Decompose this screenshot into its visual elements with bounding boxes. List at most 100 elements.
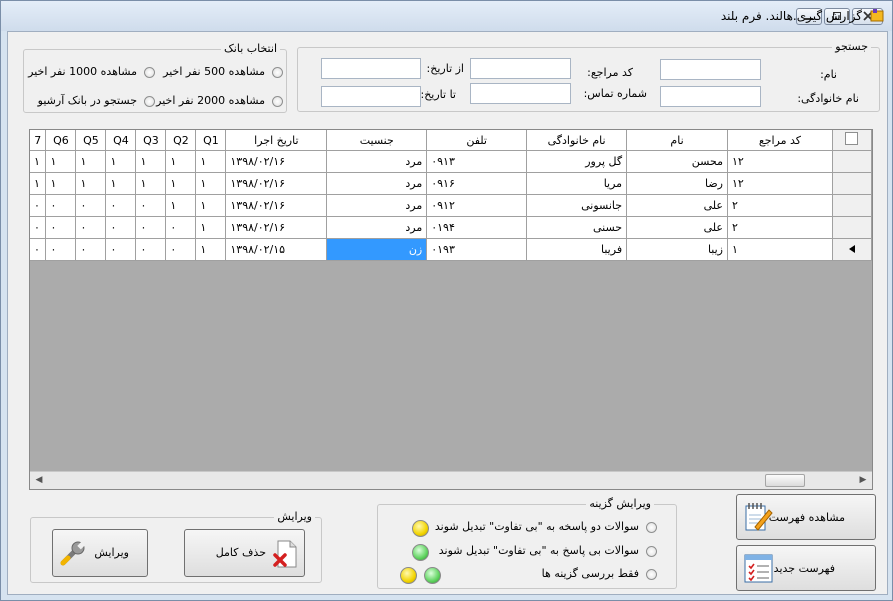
cell-q5[interactable]: ۱ <box>75 172 107 195</box>
cell-q6[interactable]: ۱ <box>45 172 77 195</box>
cell-q1[interactable]: ۱ <box>195 150 227 173</box>
cell-q5[interactable]: ۰ <box>75 238 107 261</box>
scroll-left-arrow-icon[interactable]: ◀ <box>31 473 47 488</box>
radio-no-answer[interactable] <box>646 546 657 557</box>
col-header-q7[interactable]: 7 <box>30 130 47 151</box>
current-row-header[interactable] <box>832 238 872 261</box>
col-header-q2[interactable]: Q2 <box>165 130 197 151</box>
col-header-name[interactable]: نام <box>626 130 728 151</box>
cell-q3[interactable]: ۱ <box>135 150 167 173</box>
col-header-q4[interactable]: Q4 <box>105 130 137 151</box>
col-header-phone[interactable]: تلفن <box>426 130 528 151</box>
cell-q7[interactable]: ۰ <box>30 216 47 239</box>
cell-q6[interactable]: ۱ <box>45 150 77 173</box>
scroll-right-arrow-icon[interactable]: ▶ <box>855 473 871 488</box>
cell-family[interactable]: جانسونی <box>526 194 628 217</box>
row-header[interactable] <box>832 150 872 173</box>
col-header-date[interactable]: تاریخ اجرا <box>225 130 328 151</box>
phone-input[interactable] <box>470 83 571 104</box>
cell-date[interactable]: ۱۳۹۸/۰۲/۱۶ <box>225 172 328 195</box>
cell-phone[interactable]: ۰۱۹۳ <box>426 238 528 261</box>
radio-1000[interactable] <box>144 67 155 78</box>
radio-archive[interactable] <box>144 96 155 107</box>
cell-q6[interactable]: ۰ <box>45 216 77 239</box>
cell-family[interactable]: مریا <box>526 172 628 195</box>
row-header[interactable] <box>832 216 872 239</box>
cell-code[interactable]: ۱۲ <box>727 150 833 173</box>
col-header-code[interactable]: کد مراجع <box>727 130 833 151</box>
cell-q1[interactable]: ۱ <box>195 194 227 217</box>
cell-phone[interactable]: ۰۹۱۲ <box>426 194 528 217</box>
cell-family[interactable]: حسنی <box>526 216 628 239</box>
cell-q2[interactable]: ۰ <box>165 238 197 261</box>
cell-name[interactable]: زیبا <box>626 238 728 261</box>
to-date-input[interactable] <box>321 86 421 107</box>
scroll-thumb[interactable] <box>765 474 805 487</box>
cell-q7[interactable]: ۰ <box>30 194 47 217</box>
cell-code[interactable]: ۱۲ <box>727 172 833 195</box>
cell-q1[interactable]: ۱ <box>195 216 227 239</box>
new-list-button[interactable]: فهرست جدید <box>736 545 876 591</box>
cell-family[interactable]: گل پرور <box>526 150 628 173</box>
cell-code[interactable]: ۲ <box>727 216 833 239</box>
from-date-input[interactable] <box>321 58 421 79</box>
cell-q7[interactable]: ۱ <box>30 150 47 173</box>
table-row[interactable]: ۰ ۰ ۰ ۰ ۰ ۱ ۱ ۱۳۹۸/۰۲/۱۶ مرد ۰۹۱۲ جانسون… <box>30 194 872 217</box>
col-header-q1[interactable]: Q1 <box>195 130 227 151</box>
cell-gender[interactable]: مرد <box>326 172 428 195</box>
edit-button[interactable]: ویرایش <box>52 529 148 577</box>
col-header-q5[interactable]: Q5 <box>75 130 107 151</box>
cell-q4[interactable]: ۰ <box>105 194 137 217</box>
radio-2000[interactable] <box>272 96 283 107</box>
cell-gender-selected[interactable]: زن <box>326 238 428 261</box>
cell-q1[interactable]: ۱ <box>195 238 227 261</box>
cell-name[interactable]: علی <box>626 216 728 239</box>
table-row[interactable]: ۱ ۱ ۱ ۱ ۱ ۱ ۱ ۱۳۹۸/۰۲/۱۶ مرد ۰۹۱۳ گل پرو… <box>30 150 872 173</box>
table-row[interactable]: ۰ ۰ ۰ ۰ ۰ ۰ ۱ ۱۳۹۸/۰۲/۱۵ زن ۰۱۹۳ فریبا ز… <box>30 238 872 261</box>
cell-q7[interactable]: ۱ <box>30 172 47 195</box>
cell-q3[interactable]: ۰ <box>135 194 167 217</box>
col-header-q6[interactable]: Q6 <box>45 130 77 151</box>
cell-gender[interactable]: مرد <box>326 150 428 173</box>
cell-name[interactable]: محسن <box>626 150 728 173</box>
table-row[interactable]: ۰ ۰ ۰ ۰ ۰ ۰ ۱ ۱۳۹۸/۰۲/۱۶ مرد ۰۱۹۴ حسنی ع… <box>30 216 872 239</box>
cell-q4[interactable]: ۱ <box>105 172 137 195</box>
cell-date[interactable]: ۱۳۹۸/۰۲/۱۵ <box>225 238 328 261</box>
cell-gender[interactable]: مرد <box>326 194 428 217</box>
radio-500[interactable] <box>272 67 283 78</box>
cell-q6[interactable]: ۰ <box>45 194 77 217</box>
name-input[interactable] <box>660 59 761 80</box>
cell-phone[interactable]: ۰۹۱۳ <box>426 150 528 173</box>
table-row[interactable]: ۱ ۱ ۱ ۱ ۱ ۱ ۱ ۱۳۹۸/۰۲/۱۶ مرد ۰۹۱۶ مریا ر… <box>30 172 872 195</box>
cell-q6[interactable]: ۰ <box>45 238 77 261</box>
cell-gender[interactable]: مرد <box>326 216 428 239</box>
cell-q4[interactable]: ۰ <box>105 216 137 239</box>
row-header[interactable] <box>832 194 872 217</box>
cell-q2[interactable]: ۱ <box>165 172 197 195</box>
cell-q7[interactable]: ۰ <box>30 238 47 261</box>
col-header-gender[interactable]: جنسیت <box>326 130 428 151</box>
cell-q1[interactable]: ۱ <box>195 172 227 195</box>
cell-date[interactable]: ۱۳۹۸/۰۲/۱۶ <box>225 216 328 239</box>
col-header-q3[interactable]: Q3 <box>135 130 167 151</box>
cell-code[interactable]: ۱ <box>727 238 833 261</box>
cell-phone[interactable]: ۰۹۱۶ <box>426 172 528 195</box>
select-all-checkbox[interactable] <box>832 130 872 151</box>
cell-phone[interactable]: ۰۱۹۴ <box>426 216 528 239</box>
cell-code[interactable]: ۲ <box>727 194 833 217</box>
cell-q5[interactable]: ۰ <box>75 194 107 217</box>
cell-q3[interactable]: ۰ <box>135 216 167 239</box>
family-input[interactable] <box>660 86 761 107</box>
cell-q2[interactable]: ۱ <box>165 194 197 217</box>
radio-two-answer[interactable] <box>646 522 657 533</box>
radio-review-only[interactable] <box>646 569 657 580</box>
cell-name[interactable]: علی <box>626 194 728 217</box>
cell-q5[interactable]: ۰ <box>75 216 107 239</box>
cell-q5[interactable]: ۱ <box>75 150 107 173</box>
view-list-button[interactable]: مشاهده فهرست <box>736 494 876 540</box>
cell-q4[interactable]: ۱ <box>105 150 137 173</box>
cell-q3[interactable]: ۱ <box>135 172 167 195</box>
cell-q3[interactable]: ۰ <box>135 238 167 261</box>
cell-q2[interactable]: ۱ <box>165 150 197 173</box>
cell-date[interactable]: ۱۳۹۸/۰۲/۱۶ <box>225 150 328 173</box>
